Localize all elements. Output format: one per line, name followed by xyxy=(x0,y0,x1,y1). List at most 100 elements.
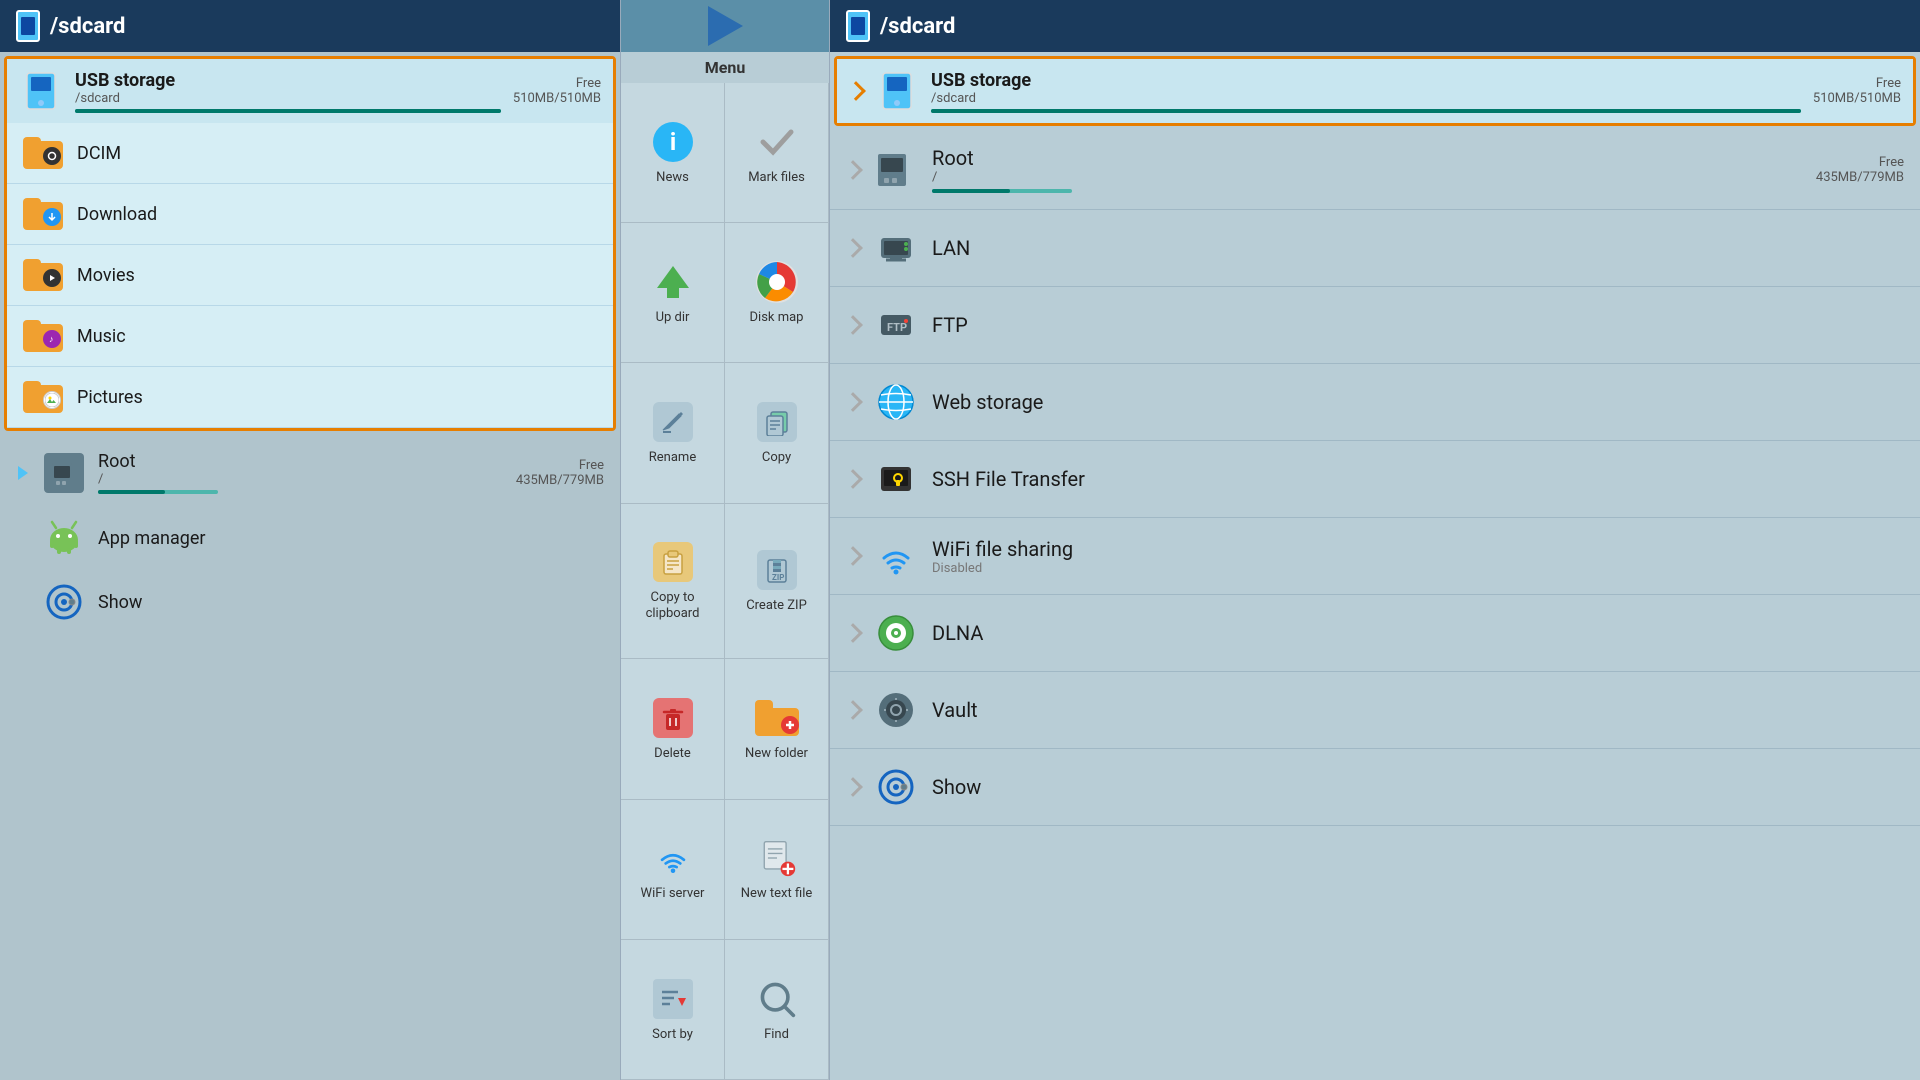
ftp-icon: FTP xyxy=(874,303,918,347)
list-item[interactable]: Movies xyxy=(7,245,613,306)
mark-files-label: Mark files xyxy=(748,170,805,186)
wifi-server-label: WiFi server xyxy=(641,886,705,902)
left-storage-section: USB storage /sdcard Free 510MB/510MB xyxy=(4,56,616,431)
expand-arrow-root xyxy=(16,462,30,484)
right-list-item-dlna[interactable]: DLNA xyxy=(830,595,1920,672)
sort-by-label: Sort by xyxy=(652,1027,693,1043)
dlna-icon xyxy=(874,611,918,655)
file-name-movies: Movies xyxy=(77,265,135,286)
menu-item-new-folder[interactable]: New folder xyxy=(725,659,829,799)
right-list-item-vault[interactable]: Vault xyxy=(830,672,1920,749)
wifi-sharing-name: WiFi file sharing xyxy=(932,537,1904,561)
menu-item-wifi-server[interactable]: WiFi server xyxy=(621,800,725,940)
root-icon xyxy=(44,453,84,493)
right-usb-path: /sdcard xyxy=(931,91,1801,106)
find-label: Find xyxy=(764,1027,789,1043)
ssh-icon xyxy=(874,457,918,501)
menu-item-mark-files[interactable]: Mark files xyxy=(725,83,829,223)
menu-item-copy[interactable]: Copy xyxy=(725,363,829,503)
right-list-item-web[interactable]: Web storage xyxy=(830,364,1920,441)
list-item[interactable]: ♪ Music xyxy=(7,306,613,367)
right-usb-name: USB storage xyxy=(931,70,1801,91)
root-item[interactable]: Root / Free 435MB/779MB xyxy=(4,439,616,506)
lan-icon xyxy=(874,226,918,270)
up-dir-icon xyxy=(651,260,695,304)
list-item[interactable]: Pictures xyxy=(7,367,613,428)
file-name-music: Music xyxy=(77,326,126,347)
right-list-item-wifi[interactable]: WiFi file sharing Disabled xyxy=(830,518,1920,595)
left-bottom-section: Root / Free 435MB/779MB xyxy=(0,435,620,1080)
new-text-file-icon xyxy=(755,836,799,880)
usb-icon xyxy=(19,69,63,113)
wifi-server-icon xyxy=(651,836,695,880)
left-panel-header: /sdcard xyxy=(0,0,620,52)
new-text-file-label: New text file xyxy=(741,886,813,902)
right-list-item-show[interactable]: Show xyxy=(830,749,1920,826)
right-list-item-root[interactable]: Root / Free 435MB/779MB xyxy=(830,130,1920,210)
app-manager-name: App manager xyxy=(98,528,205,549)
folder-icon-movies xyxy=(23,259,63,291)
usb-storage-free: Free 510MB/510MB xyxy=(513,76,601,106)
right-usb-storage-item[interactable]: USB storage /sdcard Free 510MB/510MB xyxy=(837,59,1913,123)
right-storage-section: USB storage /sdcard Free 510MB/510MB xyxy=(834,56,1916,126)
menu-item-create-zip[interactable]: ZIP Create ZIP xyxy=(725,504,829,660)
list-item[interactable]: Download xyxy=(7,184,613,245)
new-folder-label: New folder xyxy=(745,746,808,762)
file-name-pictures: Pictures xyxy=(77,387,143,408)
root-item-info: Root / xyxy=(932,146,1802,193)
right-usb-progress xyxy=(931,109,1801,113)
list-item[interactable]: DCIM xyxy=(7,123,613,184)
delete-icon xyxy=(651,696,695,740)
android-icon xyxy=(44,518,84,558)
left-file-list: DCIM Download xyxy=(7,123,613,428)
menu-item-new-text-file[interactable]: New text file xyxy=(725,800,829,940)
root-name: Root xyxy=(98,451,502,472)
file-name-dcim: DCIM xyxy=(77,143,121,164)
menu-item-up-dir[interactable]: Up dir xyxy=(621,223,725,363)
app-manager-item[interactable]: App manager xyxy=(4,506,616,570)
vault-item-name: Vault xyxy=(932,698,978,722)
ssh-item-name: SSH File Transfer xyxy=(932,467,1085,491)
right-usb-info: USB storage /sdcard xyxy=(931,70,1801,113)
sort-by-icon xyxy=(651,977,695,1021)
menu-item-sort-by[interactable]: Sort by xyxy=(621,940,725,1080)
show-item-left[interactable]: Show xyxy=(4,570,616,634)
show-icon-right xyxy=(874,765,918,809)
right-file-list: Root / Free 435MB/779MB xyxy=(830,130,1920,1080)
arrow-right-icon xyxy=(708,6,743,46)
usb-storage-path: /sdcard xyxy=(75,91,501,106)
right-list-item-ftp[interactable]: FTP FTP xyxy=(830,287,1920,364)
lan-item-name: LAN xyxy=(932,236,970,260)
usb-storage-progress xyxy=(75,109,501,113)
copy-clipboard-label: Copy to clipboard xyxy=(627,590,718,621)
left-panel-title: /sdcard xyxy=(50,14,125,39)
copy-label: Copy xyxy=(762,450,791,466)
menu-grid: i News Mark files Up dir xyxy=(621,83,829,1080)
delete-label: Delete xyxy=(654,746,691,762)
right-panel-title: /sdcard xyxy=(880,14,955,39)
right-list-item-ssh[interactable]: SSH File Transfer xyxy=(830,441,1920,518)
news-label: News xyxy=(656,170,689,186)
root-free: Free 435MB/779MB xyxy=(516,458,604,488)
ftp-item-name: FTP xyxy=(932,313,968,337)
menu-item-delete[interactable]: Delete xyxy=(621,659,725,799)
folder-icon-dcim xyxy=(23,137,63,169)
menu-item-news[interactable]: i News xyxy=(621,83,725,223)
right-panel-header: /sdcard xyxy=(830,0,1920,52)
show-item-name: Show xyxy=(932,775,981,799)
menu-item-find[interactable]: Find xyxy=(725,940,829,1080)
file-name-download: Download xyxy=(77,204,157,225)
usb-storage-name: USB storage xyxy=(75,70,501,91)
menu-item-rename[interactable]: Rename xyxy=(621,363,725,503)
svg-text:♪: ♪ xyxy=(49,335,54,345)
menu-item-disk-map[interactable]: Disk map xyxy=(725,223,829,363)
disk-map-icon xyxy=(755,260,799,304)
show-icon-left xyxy=(44,582,84,622)
up-dir-label: Up dir xyxy=(656,310,690,326)
rename-label: Rename xyxy=(649,450,696,466)
menu-item-copy-clipboard[interactable]: Copy to clipboard xyxy=(621,504,725,660)
right-panel: /sdcard USB storage /sdcard Free 510MB/5… xyxy=(830,0,1920,1080)
expand-arrow-root-right xyxy=(843,160,863,180)
right-list-item-lan[interactable]: LAN xyxy=(830,210,1920,287)
usb-storage-item[interactable]: USB storage /sdcard Free 510MB/510MB xyxy=(7,59,613,123)
